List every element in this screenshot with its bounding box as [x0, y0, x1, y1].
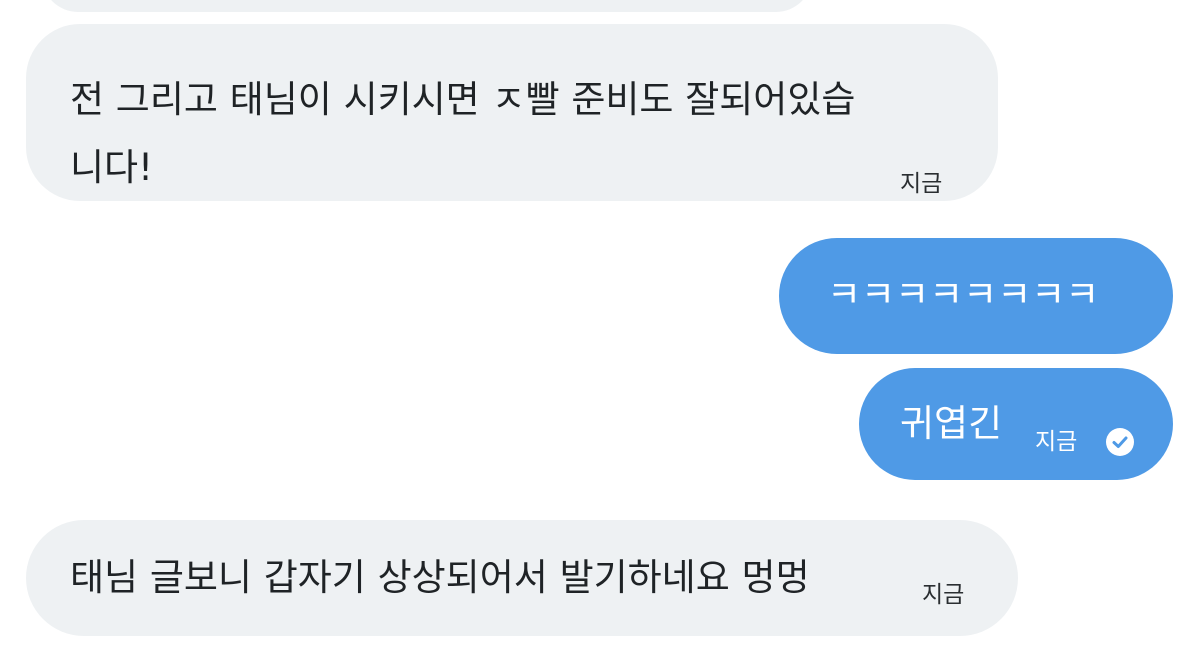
read-check-icon: [1106, 428, 1134, 456]
message-text-line: 니다!: [70, 146, 153, 189]
message-timestamp: 지금: [900, 171, 943, 197]
message-bubble-incoming-partial[interactable]: [42, 0, 812, 12]
message-text-line: 전 그리고 태님이 시키시면 ㅈ빨 준비도 잘되어있습: [70, 78, 856, 121]
message-text: ㅋㅋㅋㅋㅋㅋㅋㅋ: [827, 273, 1100, 316]
message-bubble-incoming[interactable]: 태님 글보니 갑자기 상상되어서 발기하네요 멍멍 지금: [26, 520, 1018, 636]
message-timestamp: 지금: [922, 582, 965, 608]
message-text: 태님 글보니 갑자기 상상되어서 발기하네요 멍멍: [70, 556, 810, 599]
message-bubble-incoming[interactable]: 전 그리고 태님이 시키시면 ㅈ빨 준비도 잘되어있습 니다! 지금: [26, 24, 998, 201]
message-bubble-outgoing[interactable]: ㅋㅋㅋㅋㅋㅋㅋㅋ: [779, 238, 1173, 354]
message-timestamp: 지금: [1035, 429, 1078, 455]
message-text: 귀엽긴: [900, 402, 1003, 445]
message-bubble-outgoing[interactable]: 귀엽긴 지금: [859, 368, 1173, 480]
